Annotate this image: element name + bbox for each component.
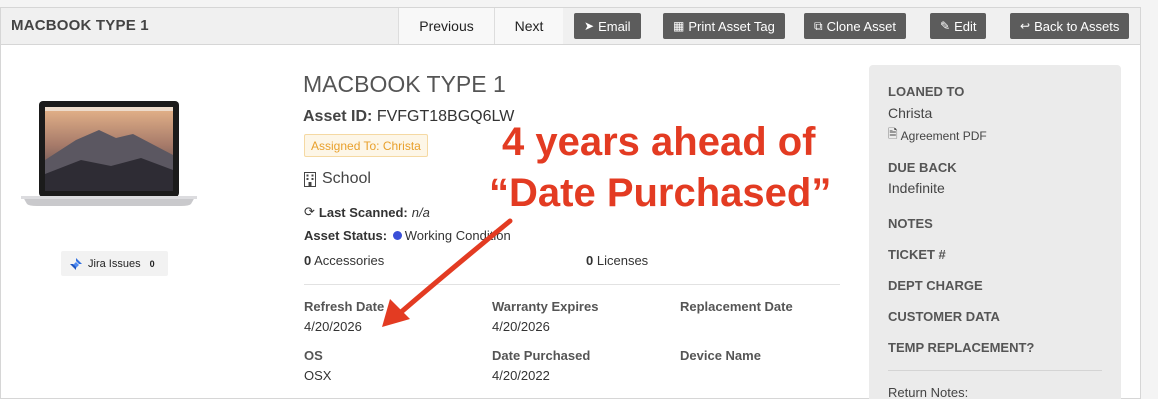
annotation-line-1: 4 years ahead of: [502, 120, 816, 164]
temp-replacement-label: TEMP REPLACEMENT?: [888, 340, 1035, 355]
accessories-number: 0: [304, 253, 312, 268]
asset-id: Asset ID: FVFGT18BGQ6LW: [303, 108, 514, 126]
location: School: [304, 170, 371, 188]
history-icon: ⟳: [304, 204, 315, 219]
back-label: Back to Assets: [1034, 18, 1120, 34]
next-button[interactable]: Next: [494, 8, 563, 44]
replacement-date-label: Replacement Date: [680, 299, 793, 314]
panel-divider: [888, 370, 1102, 371]
jira-icon: [70, 257, 82, 270]
agreement-pdf-label: Agreement PDF: [900, 128, 987, 143]
asset-toolbar: MACBOOK TYPE 1 Previous Next ➤ Email ▦ P…: [1, 8, 1140, 45]
email-label: Email: [598, 18, 631, 34]
due-back-value: Indefinite: [888, 180, 945, 196]
date-purchased-value: 4/20/2022: [492, 368, 550, 383]
agreement-pdf-link[interactable]: 🗎 Agreement PDF: [888, 125, 987, 146]
page-title: MACBOOK TYPE 1: [11, 17, 149, 34]
due-back-label: DUE BACK: [888, 160, 957, 175]
jira-issues-button[interactable]: Jira Issues 0: [61, 251, 168, 276]
previous-button[interactable]: Previous: [398, 8, 494, 44]
edit-label: Edit: [954, 18, 977, 34]
edit-icon: ✎: [940, 19, 951, 33]
loaned-to-value: Christa: [888, 105, 933, 121]
clone-asset-button[interactable]: ⧉ Clone Asset: [804, 13, 906, 39]
building-icon: [304, 171, 316, 187]
print-asset-tag-button[interactable]: ▦ Print Asset Tag: [663, 13, 785, 39]
device-name-label: Device Name: [680, 348, 761, 363]
ticket-label: TICKET #: [888, 247, 946, 262]
os-label: OS: [304, 348, 323, 363]
date-purchased-label: Date Purchased: [492, 348, 591, 363]
os-value: OSX: [304, 368, 332, 383]
loaned-to-label: LOANED TO: [888, 84, 965, 99]
assigned-to-badge[interactable]: Assigned To: Christa: [304, 134, 428, 157]
print-label: Print Asset Tag: [688, 18, 775, 34]
edit-button[interactable]: ✎ Edit: [930, 13, 987, 39]
back-to-assets-button[interactable]: ↩ Back to Assets: [1010, 13, 1130, 39]
annotation-line-2: “Date Purchased”: [489, 171, 832, 215]
annotation-arrow: [382, 218, 513, 327]
asset-id-value: FVFGT18BGQ6LW: [376, 108, 515, 125]
refresh-date-value: 4/20/2026: [304, 319, 362, 334]
location-value[interactable]: School: [322, 170, 371, 188]
licenses-label: Licenses: [596, 253, 649, 268]
licenses-count[interactable]: 0 Licenses: [586, 253, 648, 268]
email-button[interactable]: ➤ Email: [574, 13, 641, 39]
paper-plane-icon: ➤: [584, 19, 595, 33]
asset-id-label: Asset ID:: [303, 108, 373, 125]
barcode-icon: ▦: [673, 19, 685, 33]
laptop-image: [21, 101, 197, 206]
licenses-number: 0: [586, 253, 594, 268]
loan-info-panel: LOANED TO Christa 🗎 Agreement PDF DUE BA…: [869, 65, 1121, 399]
dept-charge-label: DEPT CHARGE: [888, 278, 983, 293]
return-notes-label: Return Notes:: [888, 385, 969, 399]
jira-issues-count: 0: [149, 258, 155, 269]
clone-icon: ⧉: [814, 18, 823, 33]
jira-issues-label: Jira Issues: [88, 257, 141, 270]
notes-label: NOTES: [888, 216, 933, 231]
pdf-file-icon: 🗎: [888, 127, 898, 141]
clone-label: Clone Asset: [826, 18, 896, 34]
asset-name-heading: MACBOOK TYPE 1: [303, 71, 506, 97]
reply-arrow-icon: ↩: [1020, 19, 1031, 33]
customer-data-label: CUSTOMER DATA: [888, 309, 1000, 324]
